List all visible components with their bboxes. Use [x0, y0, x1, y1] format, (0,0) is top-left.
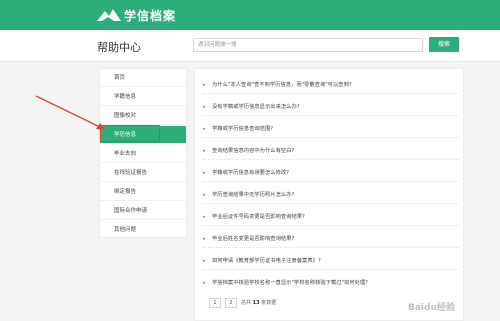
list-item[interactable]: ▸ 学信档案中核验学校名称一直显示"学校名称核验下载过"如何处理? — [203, 272, 459, 292]
search-button[interactable]: 搜索 — [429, 37, 459, 52]
page-button-1[interactable]: 1 — [209, 298, 221, 308]
bullet-icon: ▸ — [203, 192, 206, 198]
bullet-icon: ▸ — [203, 236, 206, 242]
logo-icon — [97, 9, 121, 21]
sidebar-item-bind-report[interactable]: 绑定报告 — [100, 183, 186, 201]
question-link[interactable]: 如何申请《教育部学历证书电子注册备案表》? — [212, 256, 321, 264]
annotation-arrow — [35, 95, 106, 130]
question-link[interactable]: 查询结果信息内容中为什么有空白? — [212, 146, 294, 154]
question-link[interactable]: 毕业后证件号码变更是否影响查询结果? — [212, 212, 305, 220]
bullet-icon: ▸ — [203, 126, 206, 132]
total-prefix: 总共 — [241, 300, 252, 306]
bullet-icon: ▸ — [203, 214, 206, 220]
sidebar-item-home[interactable]: 首页 — [100, 69, 186, 87]
total-suffix: 条数据 — [261, 300, 277, 306]
sidebar-item-international[interactable]: 国际合作申请 — [100, 202, 186, 220]
question-link[interactable]: 为什么"本人查询"查不到学历信息，而"零散查询"可以查到? — [212, 80, 352, 88]
bullet-icon: ▸ — [203, 170, 206, 176]
list-item[interactable]: ▸ 查询结果信息内容中为什么有空白? — [203, 140, 459, 160]
total-count: 13 — [252, 300, 260, 306]
question-link[interactable]: 没有学籍或学历信息显示出来怎么办? — [212, 102, 300, 110]
sidebar-item-student-status[interactable]: 学籍信息 — [100, 88, 186, 106]
bullet-icon: ▸ — [203, 104, 206, 110]
sidebar: 首页 学籍信息 图像校对 学历信息 毕业去向 在线验证报告 绑定报告 国际合作申… — [99, 68, 187, 238]
question-link[interactable]: 毕业后姓名变更是否影响查询结果? — [212, 234, 294, 242]
page-header: 帮助中心 遇到问题搜一搜 搜索 — [0, 30, 500, 62]
question-link[interactable]: 学籍或学历信息查询范围? — [212, 124, 273, 132]
brand-name[interactable]: 学信档案 — [124, 7, 176, 24]
sidebar-item-graduate-destination[interactable]: 毕业去向 — [100, 145, 186, 163]
search-input[interactable]: 遇到问题搜一搜 — [193, 38, 423, 52]
bullet-icon: ▸ — [203, 280, 206, 286]
sidebar-item-degree-info[interactable]: 学历信息 — [100, 126, 186, 144]
sidebar-item-other[interactable]: 其他问题 — [100, 221, 186, 239]
page-title: 帮助中心 — [97, 41, 141, 54]
list-item[interactable]: ▸ 学历查询结果中无学历照片怎么办? — [203, 184, 459, 204]
list-item[interactable]: ▸ 毕业后姓名变更是否影响查询结果? — [203, 228, 459, 248]
bullet-icon: ▸ — [203, 258, 206, 264]
list-item[interactable]: ▸ 毕业后证件号码变更是否影响查询结果? — [203, 206, 459, 226]
list-item[interactable]: ▸ 如何申请《教育部学历证书电子注册备案表》? — [203, 250, 459, 270]
list-item[interactable]: ▸ 为什么"本人查询"查不到学历信息，而"零散查询"可以查到? — [203, 74, 459, 94]
question-list: ▸ 为什么"本人查询"查不到学历信息，而"零散查询"可以查到? ▸ 没有学籍或学… — [194, 68, 464, 321]
question-link[interactable]: 学信档案中核验学校名称一直显示"学校名称核验下载过"如何处理? — [212, 278, 368, 286]
list-item[interactable]: ▸ 学籍或学历信息有误要怎么修改? — [203, 162, 459, 182]
list-item[interactable]: ▸ 没有学籍或学历信息显示出来怎么办? — [203, 96, 459, 116]
page-total: 总共 13 条数据 — [241, 299, 276, 306]
bullet-icon: ▸ — [203, 82, 206, 88]
sidebar-item-image-check[interactable]: 图像校对 — [100, 107, 186, 125]
bullet-icon: ▸ — [203, 148, 206, 154]
list-item[interactable]: ▸ 学籍或学历信息查询范围? — [203, 118, 459, 138]
top-bar: 学信档案 — [0, 0, 500, 30]
question-link[interactable]: 学籍或学历信息有误要怎么修改? — [212, 168, 289, 176]
watermark: Baidu经验 — [408, 303, 455, 313]
question-link[interactable]: 学历查询结果中无学历照片怎么办? — [212, 190, 294, 198]
sidebar-item-online-report[interactable]: 在线验证报告 — [100, 164, 186, 182]
page-button-2[interactable]: 2 — [225, 298, 237, 308]
